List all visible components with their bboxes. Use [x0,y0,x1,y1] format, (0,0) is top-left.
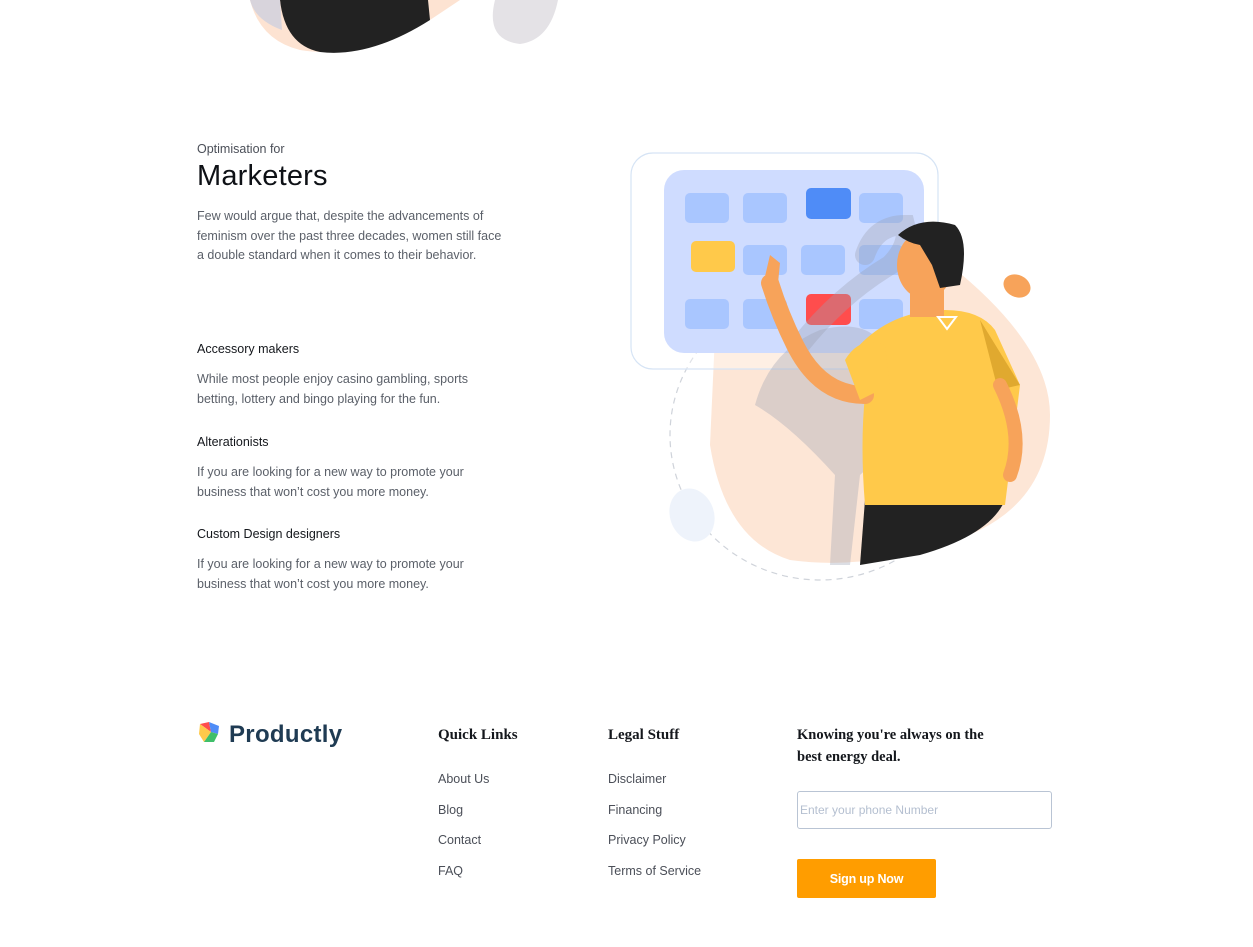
phone-input[interactable] [797,791,1052,829]
top-illustration [240,0,580,60]
footer-link-terms[interactable]: Terms of Service [608,864,701,895]
item-title: Alterationists [197,435,269,449]
quick-links-list: About Us Blog Contact FAQ [438,772,489,895]
quick-links-heading: Quick Links [438,727,518,743]
footer-link-contact[interactable]: Contact [438,833,489,864]
feature-intro: Optimisation for Marketers Few would arg… [197,142,517,266]
legal-heading: Legal Stuff [608,727,680,743]
footer-link-faq[interactable]: FAQ [438,864,489,895]
item-title: Custom Design designers [197,527,341,541]
footer-link-financing[interactable]: Financing [608,803,701,834]
newsletter-tagline: Knowing you're always on the best energy… [797,727,984,765]
item-text: While most people enjoy casino gambling,… [197,372,468,406]
list-item: Alterationists If you are looking for a … [197,435,517,502]
footer-link-disclaimer[interactable]: Disclaimer [608,772,701,803]
item-text: If you are looking for a new way to prom… [197,557,464,591]
list-item: Accessory makers While most people enjoy… [197,342,517,409]
item-title: Accessory makers [197,342,300,356]
footer-link-privacy[interactable]: Privacy Policy [608,833,701,864]
hero-illustration [620,145,1070,595]
logo-icon [197,720,221,749]
list-item: Custom Design designers If you are looki… [197,527,517,594]
feature-eyebrow: Optimisation for [197,142,285,156]
brand-logo[interactable]: Productly [197,720,342,749]
feature-description: Few would argue that, despite the advanc… [197,209,502,262]
legal-links-list: Disclaimer Financing Privacy Policy Term… [608,772,701,895]
footer-link-blog[interactable]: Blog [438,803,489,834]
footer-link-about[interactable]: About Us [438,772,489,803]
item-text: If you are looking for a new way to prom… [197,465,464,499]
brand-name: Productly [229,720,343,748]
sign-up-button[interactable]: Sign up Now [797,859,936,898]
feature-title: Marketers [197,160,328,192]
